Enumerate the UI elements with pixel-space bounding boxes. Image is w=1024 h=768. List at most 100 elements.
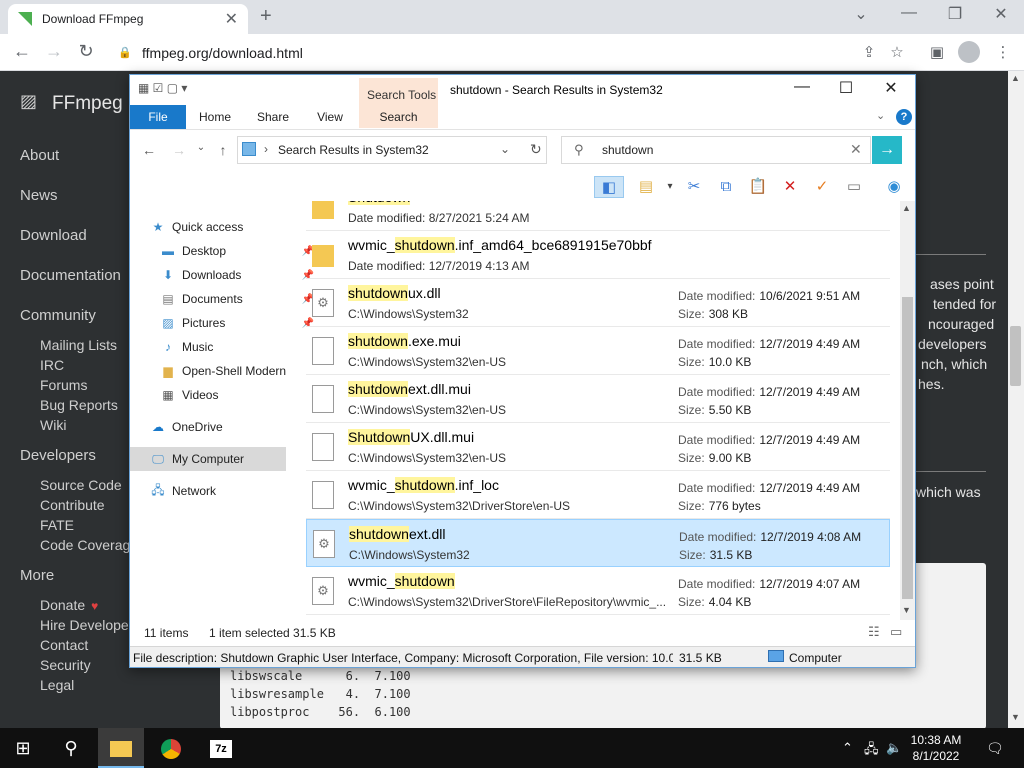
result-name[interactable]: Shutdown	[348, 201, 411, 205]
result-row[interactable]: ⚙ wvmic_shutdown C:\Windows\System32\Drive…	[306, 567, 890, 615]
result-row[interactable]: Shutdown Date modified: 8/27/2021 5:24 AM	[306, 201, 890, 231]
restore-icon[interactable]: ❐	[940, 4, 970, 24]
profile-avatar-icon[interactable]	[958, 41, 980, 63]
result-name[interactable]: wvmic_shutdown.inf_loc	[348, 477, 499, 493]
close-icon[interactable]: ✕	[986, 4, 1016, 24]
back-icon[interactable]: ←	[10, 41, 34, 62]
breadcrumb-chevron-icon[interactable]: ›	[264, 142, 268, 156]
quick-access-toolbar[interactable]: ▦ ☑ ▢ ▾	[138, 81, 187, 95]
result-row[interactable]: shutdown.exe.mui C:\Windows\System32\en-U…	[306, 327, 890, 375]
chevron-down-icon[interactable]: ⌄	[876, 109, 885, 122]
nav-forums[interactable]: Forums	[40, 377, 87, 393]
nav-security[interactable]: Security	[40, 657, 91, 673]
check-icon[interactable]: ✓	[810, 176, 834, 198]
help-icon[interactable]: ?	[896, 109, 912, 125]
ffmpeg-logo-icon[interactable]: ▨	[20, 91, 37, 112]
result-row[interactable]: wvmic_shutdown.inf_loc C:\Windows\System3…	[306, 471, 890, 519]
forward-icon[interactable]: →	[170, 142, 188, 158]
nav-hire-developer[interactable]: Hire Develope	[40, 617, 129, 633]
nav-contribute[interactable]: Contribute	[40, 497, 105, 513]
nav-more[interactable]: More	[20, 567, 54, 584]
menu-dots-icon[interactable]: ⋮	[992, 43, 1014, 61]
clock-time[interactable]: 10:38 AM	[904, 733, 968, 747]
nav-developers[interactable]: Developers	[20, 447, 96, 464]
nav-donate[interactable]: Donate ♥	[40, 597, 98, 613]
details-view-icon[interactable]: ☷	[868, 624, 880, 640]
nav-code-coverage[interactable]: Code Coverag	[40, 537, 130, 553]
nav-mailing-lists[interactable]: Mailing Lists	[40, 337, 117, 353]
clear-search-icon[interactable]: ✕	[850, 141, 862, 158]
results-scrollbar[interactable]: ▲ ▼	[900, 201, 915, 620]
volume-icon[interactable]: 🔈	[886, 740, 902, 756]
sidebar-item-onedrive[interactable]: ☁ OneDrive	[150, 415, 320, 439]
search-input[interactable]: ⚲ shutdown ✕	[561, 136, 871, 164]
result-row[interactable]: ShutdownUX.dll.mui C:\Windows\System32\en…	[306, 423, 890, 471]
lock-icon[interactable]: 🔒	[118, 46, 132, 59]
minimize-icon[interactable]: —	[894, 4, 924, 22]
result-row[interactable]: ⚙ shutdownux.dll C:\Windows\System32 Date m…	[306, 279, 890, 327]
close-icon[interactable]: ✕	[869, 78, 913, 98]
result-name[interactable]: shutdownux.dll	[348, 285, 441, 301]
up-icon[interactable]: ↑	[214, 142, 232, 158]
copy-icon[interactable]: ⧉	[714, 176, 738, 198]
nav-about[interactable]: About	[20, 147, 59, 164]
layout-pane-icon[interactable]: ◧	[594, 176, 624, 198]
search-go-button[interactable]: →	[872, 136, 902, 164]
result-name[interactable]: shutdown.exe.mui	[348, 333, 461, 349]
tab-close-icon[interactable]: ✕	[225, 9, 238, 29]
taskbar-file-explorer[interactable]	[98, 728, 144, 768]
scrollbar-thumb[interactable]	[902, 297, 913, 599]
tab-search[interactable]: Search	[359, 105, 438, 129]
globe-icon[interactable]: ◉	[882, 176, 906, 198]
large-icons-view-icon[interactable]: ▭	[890, 624, 902, 640]
sidebar-item-quick-access[interactable]: ★ Quick access	[150, 215, 320, 239]
nav-download[interactable]: Download	[20, 227, 87, 244]
chevron-down-icon[interactable]: ⌄	[500, 142, 510, 156]
browser-tab[interactable]: Download FFmpeg ✕	[8, 4, 248, 34]
sidebar-item-my-computer[interactable]: 🖵 My Computer	[130, 447, 286, 471]
result-row[interactable]: ⚙ shutdownext.dll C:\Windows\System32 Date …	[306, 519, 890, 567]
minimize-icon[interactable]: —	[780, 78, 824, 96]
tab-file[interactable]: File	[130, 105, 186, 129]
nav-bug-reports[interactable]: Bug Reports	[40, 397, 118, 413]
site-logo[interactable]: FFmpeg	[52, 93, 123, 115]
new-tab-button[interactable]: +	[260, 5, 272, 28]
scrollbar-thumb[interactable]	[1010, 326, 1021, 386]
search-query[interactable]: shutdown	[602, 143, 653, 157]
tab-view[interactable]: View	[304, 105, 356, 129]
tab-share[interactable]: Share	[246, 105, 300, 129]
sidebar-item-network[interactable]: 🖧 Network	[150, 479, 320, 503]
nav-community[interactable]: Community	[20, 307, 96, 324]
scroll-down-icon[interactable]: ▼	[1011, 712, 1020, 722]
result-name[interactable]: shutdownext.dll	[349, 526, 446, 542]
chevron-down-icon[interactable]: ▾	[658, 176, 682, 198]
rename-icon[interactable]: ▭	[842, 176, 866, 198]
tab-home[interactable]: Home	[188, 105, 242, 129]
maximize-icon[interactable]: ☐	[824, 78, 868, 98]
address-bar[interactable]: › Search Results in System32 ⌄ ↻	[237, 136, 547, 164]
breadcrumb[interactable]: Search Results in System32	[278, 143, 429, 157]
recent-locations-icon[interactable]: ⌄	[192, 142, 210, 153]
page-scrollbar[interactable]: ▲ ▼	[1008, 71, 1024, 728]
nav-legal[interactable]: Legal	[40, 677, 74, 693]
nav-source-code[interactable]: Source Code	[40, 477, 122, 493]
network-icon[interactable]: 🖧	[864, 740, 879, 762]
taskbar-chrome[interactable]	[148, 728, 194, 768]
notification-icon[interactable]: 🗨	[986, 740, 1004, 757]
reload-icon[interactable]: ↻	[74, 41, 98, 62]
nav-irc[interactable]: IRC	[40, 357, 64, 373]
windows-start-icon[interactable]: ⊞	[0, 728, 46, 768]
forward-icon[interactable]: →	[42, 41, 66, 62]
result-name[interactable]: ShutdownUX.dll.mui	[348, 429, 474, 445]
chevron-down-icon[interactable]: ⌄	[846, 4, 876, 24]
clock-date[interactable]: 8/1/2022	[904, 749, 968, 763]
nav-fate[interactable]: FATE	[40, 517, 74, 533]
search-icon[interactable]: ⚲	[48, 728, 94, 768]
address-bar[interactable]: ffmpeg.org/download.html	[142, 45, 303, 61]
delete-icon[interactable]: ✕	[778, 176, 802, 198]
nav-wiki[interactable]: Wiki	[40, 417, 66, 433]
cut-icon[interactable]: ✂	[682, 176, 706, 198]
result-row[interactable]: shutdownext.dll.mui C:\Windows\System32\e…	[306, 375, 890, 423]
chevron-up-icon[interactable]: ⌃	[842, 740, 853, 756]
scroll-up-icon[interactable]: ▲	[1011, 73, 1020, 83]
